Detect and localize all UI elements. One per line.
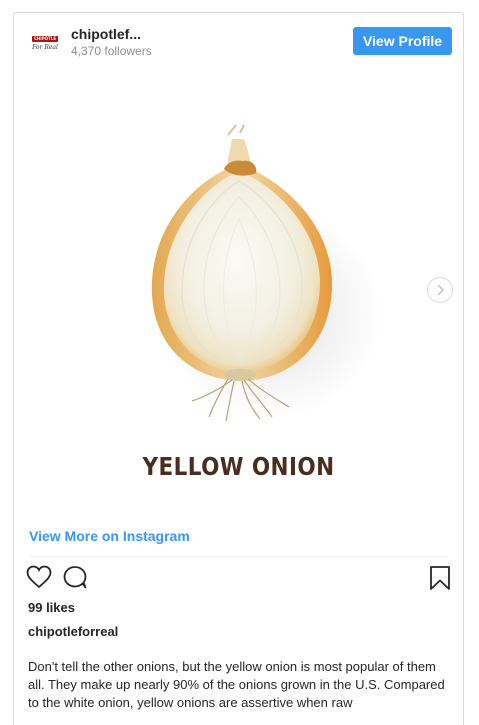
avatar[interactable]: CHIPOTLE For Real [30, 28, 60, 58]
comment-icon [63, 566, 87, 589]
heart-icon [26, 565, 52, 589]
product-name-text: YELLOW ONION [142, 452, 335, 481]
divider [29, 556, 448, 557]
post-header: CHIPOTLE For Real chipotlef... 4,370 fol… [14, 13, 463, 69]
post-caption: Don't tell the other onions, but the yel… [28, 659, 445, 710]
view-more-link[interactable]: View More on Instagram [29, 528, 190, 544]
follower-count: 4,370 followers [71, 44, 152, 58]
bookmark-icon [430, 566, 450, 590]
next-image-button[interactable] [427, 277, 453, 303]
like-count[interactable]: 99 likes [28, 600, 75, 615]
view-profile-button[interactable]: View Profile [353, 27, 452, 55]
save-button[interactable] [429, 565, 451, 596]
chevron-right-icon [437, 284, 445, 296]
post-author[interactable]: chipotleforreal [28, 624, 118, 639]
instagram-embed-card: CHIPOTLE For Real chipotlef... 4,370 fol… [13, 12, 464, 725]
comment-button[interactable] [62, 565, 88, 594]
username[interactable]: chipotlef... [71, 26, 141, 42]
brand-logo: CHIPOTLE [32, 35, 58, 42]
like-button[interactable] [26, 565, 52, 594]
brand-logo-script: For Real [32, 43, 58, 51]
post-image[interactable]: YELLOW ONION [14, 69, 463, 519]
